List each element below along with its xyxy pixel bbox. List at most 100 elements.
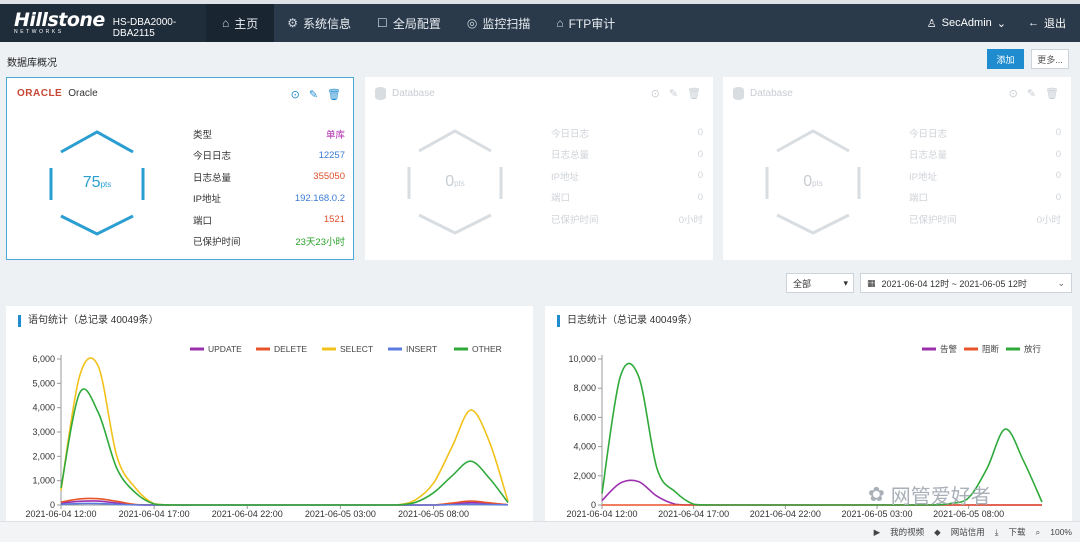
security-score: 0pts: [803, 173, 823, 190]
database-card-empty[interactable]: Database ⊙ ✎ 🗑 0pts 今日日志 0 日志总量 0 IP地址 0 端口…: [365, 77, 713, 260]
legend-label: SELECT: [340, 344, 373, 354]
legend-label: 告警: [940, 344, 958, 354]
edit-icon[interactable]: ✎: [1027, 87, 1036, 100]
info-row: IP地址 192.168.0.2: [193, 192, 345, 206]
x-tick-label: 2021-06-04 12:00: [25, 509, 96, 519]
database-card-empty[interactable]: Database ⊙ ✎ 🗑 0pts 今日日志 0 日志总量 0 IP地址 0 端口…: [723, 77, 1071, 260]
shield-icon: ◆: [934, 526, 941, 537]
y-tick-label: 8,000: [573, 383, 596, 393]
y-tick-label: 4,000: [32, 403, 55, 413]
info-row: IP地址 0: [909, 170, 1061, 183]
legend-label: OTHER: [472, 344, 502, 354]
legend-label: DELETE: [274, 344, 307, 354]
more-button[interactable]: 更多...: [1031, 49, 1069, 69]
y-tick-label: 6,000: [573, 412, 596, 422]
enter-icon[interactable]: ⊙: [291, 88, 300, 101]
y-tick-label: 6,000: [32, 354, 55, 364]
video-icon: ▶: [873, 526, 881, 537]
info-row: IP地址 0: [551, 170, 703, 183]
series-line-OTHER: [60, 388, 509, 506]
card-info: 类型 单库 今日日志 12257 日志总量 355050 IP地址 192.168.0.…: [193, 123, 345, 252]
enter-icon[interactable]: ⊙: [651, 87, 660, 100]
nav-item-global-config[interactable]: ☐ 全局配置: [364, 4, 454, 42]
security-score: 75pts: [82, 174, 112, 191]
nav-item-system-info[interactable]: ⚙ 系统信息: [274, 4, 364, 42]
info-row: 类型 单库: [193, 129, 345, 141]
watermark: ✿ 网管爱好者: [868, 484, 991, 508]
nav-item-home[interactable]: ⌂ 主页: [206, 4, 275, 42]
card-db-name: Database: [392, 88, 435, 99]
logout-button[interactable]: ← 退出: [1028, 15, 1066, 31]
main-menu: ⌂ 主页 ⚙ 系统信息 ☐ 全局配置 ◎ 监控扫描 ⌂ FTP审计: [206, 4, 628, 42]
ftp-icon: ⌂: [556, 16, 564, 30]
card-header: ORACLE Oracle: [17, 88, 98, 99]
arrow-left-icon: ←: [1028, 17, 1039, 29]
status-item-credit[interactable]: 网站信用: [951, 526, 985, 538]
status-item-video[interactable]: 我的视频: [890, 526, 924, 538]
config-icon: ☐: [377, 16, 388, 30]
device-model: HS-DBA2000-DBA2115: [112, 16, 177, 39]
page-title: 数据库概况: [7, 58, 57, 69]
log-stats-panel: 日志统计（总记录 40049条） 0 2,000 4,000 6,000 8,000 10…: [545, 306, 1072, 526]
chevron-down-icon: ⌄: [996, 17, 1006, 30]
database-card-oracle[interactable]: ORACLE Oracle ⊙ ✎ 🗑 75pts 类型 单库 今日日志 12257…: [6, 77, 354, 260]
status-item-download[interactable]: 下载: [1008, 526, 1025, 538]
info-row: 端口 0: [551, 191, 703, 205]
info-row: 日志总量 0: [909, 148, 1061, 162]
scope-select[interactable]: 全部 ▾: [786, 273, 854, 293]
info-row: 今日日志 12257: [193, 149, 345, 163]
x-tick-label: 2021-06-05 08:00: [933, 509, 1004, 519]
info-row: 端口 0: [909, 191, 1061, 205]
oracle-logo: ORACLE: [17, 88, 63, 99]
info-row: 端口 1521: [193, 214, 345, 227]
caret-down-icon: ▾: [843, 277, 848, 288]
enter-icon[interactable]: ⊙: [1009, 87, 1018, 100]
card-header: Database: [733, 87, 793, 100]
statement-stats-panel: 语句统计（总记录 40049条） 0 1,000 2,000 3,000 4,000 5,…: [6, 306, 533, 526]
x-tick-label: 2021-06-04 12:00: [566, 509, 637, 519]
statement-stats-chart: 01,0002,0003,0004,0005,0006,0002021-06-0…: [25, 344, 509, 519]
edit-icon[interactable]: ✎: [309, 88, 318, 101]
info-row: 已保护时间 0小时: [909, 214, 1061, 226]
chevron-down-icon: ⌄: [1057, 277, 1065, 288]
series-line-SELECT: [60, 357, 509, 506]
download-icon: ⤓: [994, 526, 999, 537]
delete-icon[interactable]: 🗑: [327, 88, 341, 101]
log-stats-chart: 02,0004,0006,0008,00010,0002021-06-04 12…: [566, 344, 1043, 519]
y-tick-label: 1,000: [32, 476, 55, 486]
user-menu[interactable]: ♙ SecAdmin ⌄: [927, 17, 1006, 30]
delete-icon[interactable]: 🗑: [1045, 87, 1059, 100]
browser-statusbar: ▶ 我的视频 ◆ 网站信用 ⤓ 下载 ⌕ 100%: [0, 521, 1080, 542]
nav-item-monitor-scan[interactable]: ◎ 监控扫描: [454, 4, 544, 42]
legend-label: INSERT: [406, 344, 437, 354]
info-row: 日志总量 355050: [193, 171, 345, 184]
info-row: 今日日志 0: [551, 127, 703, 140]
status-item-zoom[interactable]: 100%: [1050, 527, 1072, 537]
info-row: 今日日志 0: [909, 127, 1061, 140]
edit-icon[interactable]: ✎: [669, 87, 678, 100]
date-range-picker[interactable]: ▦ 2021-06-04 12时 ~ 2021-06-05 12时 ⌄: [860, 273, 1072, 293]
nav-item-ftp-audit[interactable]: ⌂ FTP审计: [543, 4, 628, 42]
zoom-icon: ⌕: [1035, 526, 1041, 537]
brand-logo[interactable]: Hillstone NETWORKS: [14, 10, 105, 35]
y-tick-label: 4,000: [573, 442, 596, 452]
delete-icon[interactable]: 🗑: [687, 87, 701, 100]
add-button[interactable]: 添加: [987, 49, 1024, 69]
legend-label: UPDATE: [208, 344, 242, 354]
legend-label: 阻断: [982, 344, 1000, 354]
home-icon: ⌂: [222, 16, 230, 30]
wechat-icon: ✿: [868, 484, 885, 506]
y-tick-label: 10,000: [568, 354, 596, 364]
brand-block: Hillstone NETWORKS HS-DBA2000-DBA2115: [0, 4, 206, 42]
y-tick-label: 2,000: [32, 451, 55, 461]
x-tick-label: 2021-06-05 03:00: [305, 509, 376, 519]
info-row: 已保护时间 0小时: [551, 214, 703, 226]
x-tick-label: 2021-06-04 22:00: [212, 509, 283, 519]
scan-icon: ◎: [466, 16, 478, 30]
card-db-name: Oracle: [68, 88, 98, 99]
x-tick-label: 2021-06-05 03:00: [841, 509, 912, 519]
user-area: ♙ SecAdmin ⌄ ← 退出: [927, 15, 1080, 31]
legend-label: 放行: [1024, 344, 1042, 354]
database-icon: [375, 87, 386, 100]
status-items: ▶ 我的视频 ◆ 网站信用 ⤓ 下载 ⌕ 100%: [874, 526, 1072, 538]
